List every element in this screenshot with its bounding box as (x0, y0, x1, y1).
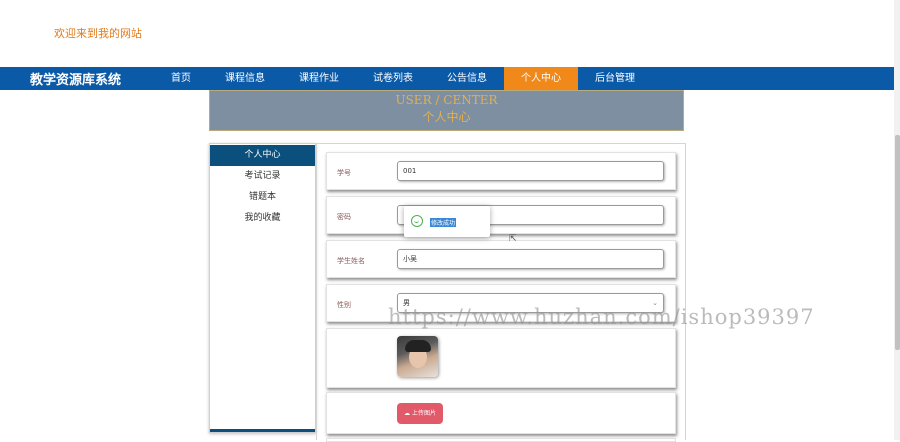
nav-announcements[interactable]: 公告信息 (430, 67, 504, 90)
sidebar-item-wrong-answers[interactable]: 错题本 (210, 187, 315, 208)
top-nav: 教学资源库系统 首页 课程信息 课程作业 试卷列表 公告信息 个人中心 后台管理 (0, 67, 895, 90)
student-id-row: 学号 001 (326, 152, 676, 190)
name-row: 学生姓名 小吴 (326, 240, 676, 278)
student-id-label: 学号 (337, 169, 351, 177)
avatar-hair (405, 340, 431, 352)
nav-homework[interactable]: 课程作业 (282, 67, 356, 90)
sidebar-item-exam-records[interactable]: 考试记录 (210, 166, 315, 187)
password-row: 密码 (326, 196, 676, 234)
banner-title-cn: 个人中心 (422, 110, 471, 124)
nav-exams[interactable]: 试卷列表 (356, 67, 430, 90)
name-label: 学生姓名 (337, 257, 365, 265)
page-banner: USER / CENTER 个人中心 (209, 90, 684, 131)
toast-message: 修改成功 (430, 218, 457, 227)
nav-home[interactable]: 首页 (154, 67, 208, 90)
upload-button-label: 上传图片 (411, 410, 436, 417)
upload-row: ☁ 上传图片 (326, 392, 676, 434)
sidebar-item-favorites[interactable]: 我的收藏 (210, 208, 315, 229)
welcome-text: 欢迎来到我的网站 (54, 27, 142, 40)
avatar (397, 336, 438, 377)
watermark-text: https://www.huzhan.com/ishop39397 (388, 305, 815, 329)
upload-cloud-icon: ☁ (404, 410, 411, 417)
avatar-row (326, 328, 676, 388)
nav-user-center[interactable]: 个人中心 (504, 67, 578, 90)
smile-icon (411, 215, 423, 227)
nav-admin[interactable]: 后台管理 (578, 67, 652, 90)
sidebar-bottom-bar (210, 429, 315, 432)
student-id-input[interactable]: 001 (397, 161, 664, 181)
scrollbar-thumb[interactable] (895, 135, 900, 350)
upload-image-button[interactable]: ☁ 上传图片 (397, 403, 443, 424)
gender-label: 性别 (337, 301, 351, 309)
site-brand[interactable]: 教学资源库系统 (30, 69, 154, 88)
nav-courses[interactable]: 课程信息 (208, 67, 282, 90)
mouse-cursor-icon: ⇱ (509, 234, 517, 244)
name-input[interactable]: 小吴 (397, 249, 664, 269)
success-toast: 修改成功 (404, 206, 490, 237)
sidebar-item-user-center[interactable]: 个人中心 (210, 145, 315, 166)
next-row (326, 438, 676, 442)
banner-title-en: USER / CENTER (395, 93, 498, 107)
password-label: 密码 (337, 213, 351, 221)
user-sidebar: 个人中心 考试记录 错题本 我的收藏 (209, 143, 316, 433)
